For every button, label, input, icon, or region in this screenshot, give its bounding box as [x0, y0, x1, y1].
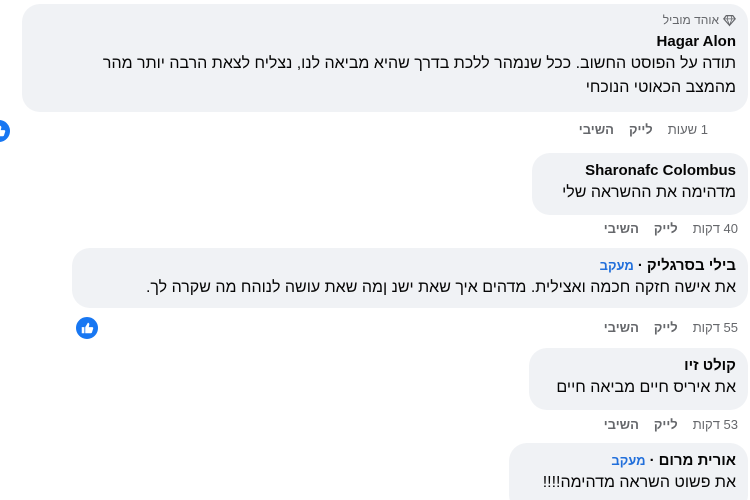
comment-author[interactable]: Sharonafc Colombus	[544, 161, 736, 181]
comment-text: את אישה חזקה חכמה ואצילית. מדהים איך שאת…	[145, 279, 736, 296]
comment-actions: 40 דקות לייק השיבי	[604, 221, 738, 237]
comment-text: את פשוט השראה מדהימה!!!!	[542, 474, 736, 491]
follow-button[interactable]: מעקב	[600, 258, 634, 273]
comment-actions: 53 דקות לייק השיבי	[604, 417, 738, 433]
comment-text-line: מהמצב הכאוטי הנוכחי	[585, 79, 736, 96]
comment-timestamp[interactable]: 55 דקות	[693, 320, 738, 336]
reply-link[interactable]: השיבי	[604, 417, 639, 433]
reply-link[interactable]: השיבי	[604, 221, 639, 237]
thumbs-up-icon[interactable]	[0, 118, 12, 144]
reply-link[interactable]: השיבי	[579, 122, 614, 138]
comments-thread: אוהד מוביל Hagar Alon תודה על הפוסט החשו…	[0, 0, 750, 500]
comment-bubble: Sharonafc Colombus מדהימה את ההשראה שלי	[532, 153, 748, 215]
diamond-icon	[723, 14, 736, 27]
comment-author-line: אורית מרום·מעקב	[611, 452, 736, 469]
comment-bubble: בילי בסרגליק·מעקב את אישה חזקה חכמה ואצי…	[72, 248, 748, 308]
comment-author[interactable]: אורית מרום	[659, 452, 736, 469]
comment-bubble: אורית מרום·מעקב את פשוט השראה מדהימה!!!!	[509, 443, 748, 500]
thumbs-up-icon[interactable]	[74, 315, 100, 341]
comment-actions: 55 דקות לייק השיבי	[604, 320, 738, 336]
comment-author[interactable]: Hagar Alon	[34, 32, 736, 52]
comment-author-line: בילי בסרגליק·מעקב	[599, 257, 736, 274]
comment-timestamp[interactable]: 53 דקות	[693, 417, 738, 433]
comment-author[interactable]: קולט זיו	[541, 356, 736, 376]
comment-timestamp[interactable]: 40 דקות	[693, 221, 738, 237]
comment-bubble: אוהד מוביל Hagar Alon תודה על הפוסט החשו…	[22, 4, 748, 112]
comment-author[interactable]: בילי בסרגליק	[647, 257, 736, 274]
comment-text: מדהימה את ההשראה שלי	[562, 184, 736, 201]
reply-link[interactable]: השיבי	[604, 320, 639, 336]
like-link[interactable]: לייק	[654, 320, 678, 336]
like-link[interactable]: לייק	[629, 122, 653, 138]
follow-button[interactable]: מעקב	[611, 453, 645, 468]
top-fan-badge: אוהד מוביל	[34, 12, 736, 28]
like-link[interactable]: לייק	[654, 221, 678, 237]
comment-timestamp[interactable]: 1 שעות	[668, 122, 708, 138]
badge-label: אוהד מוביל	[662, 13, 719, 27]
like-link[interactable]: לייק	[654, 417, 678, 433]
comment-actions: 1 שעות לייק השיבי	[579, 122, 708, 138]
comment-bubble: קולט זיו את איריס חיים מביאה חיים	[529, 348, 748, 410]
comment-text: את איריס חיים מביאה חיים	[556, 379, 736, 396]
comment-text-line: תודה על הפוסט החשוב. ככל שנמהר ללכת בדרך…	[102, 55, 736, 72]
